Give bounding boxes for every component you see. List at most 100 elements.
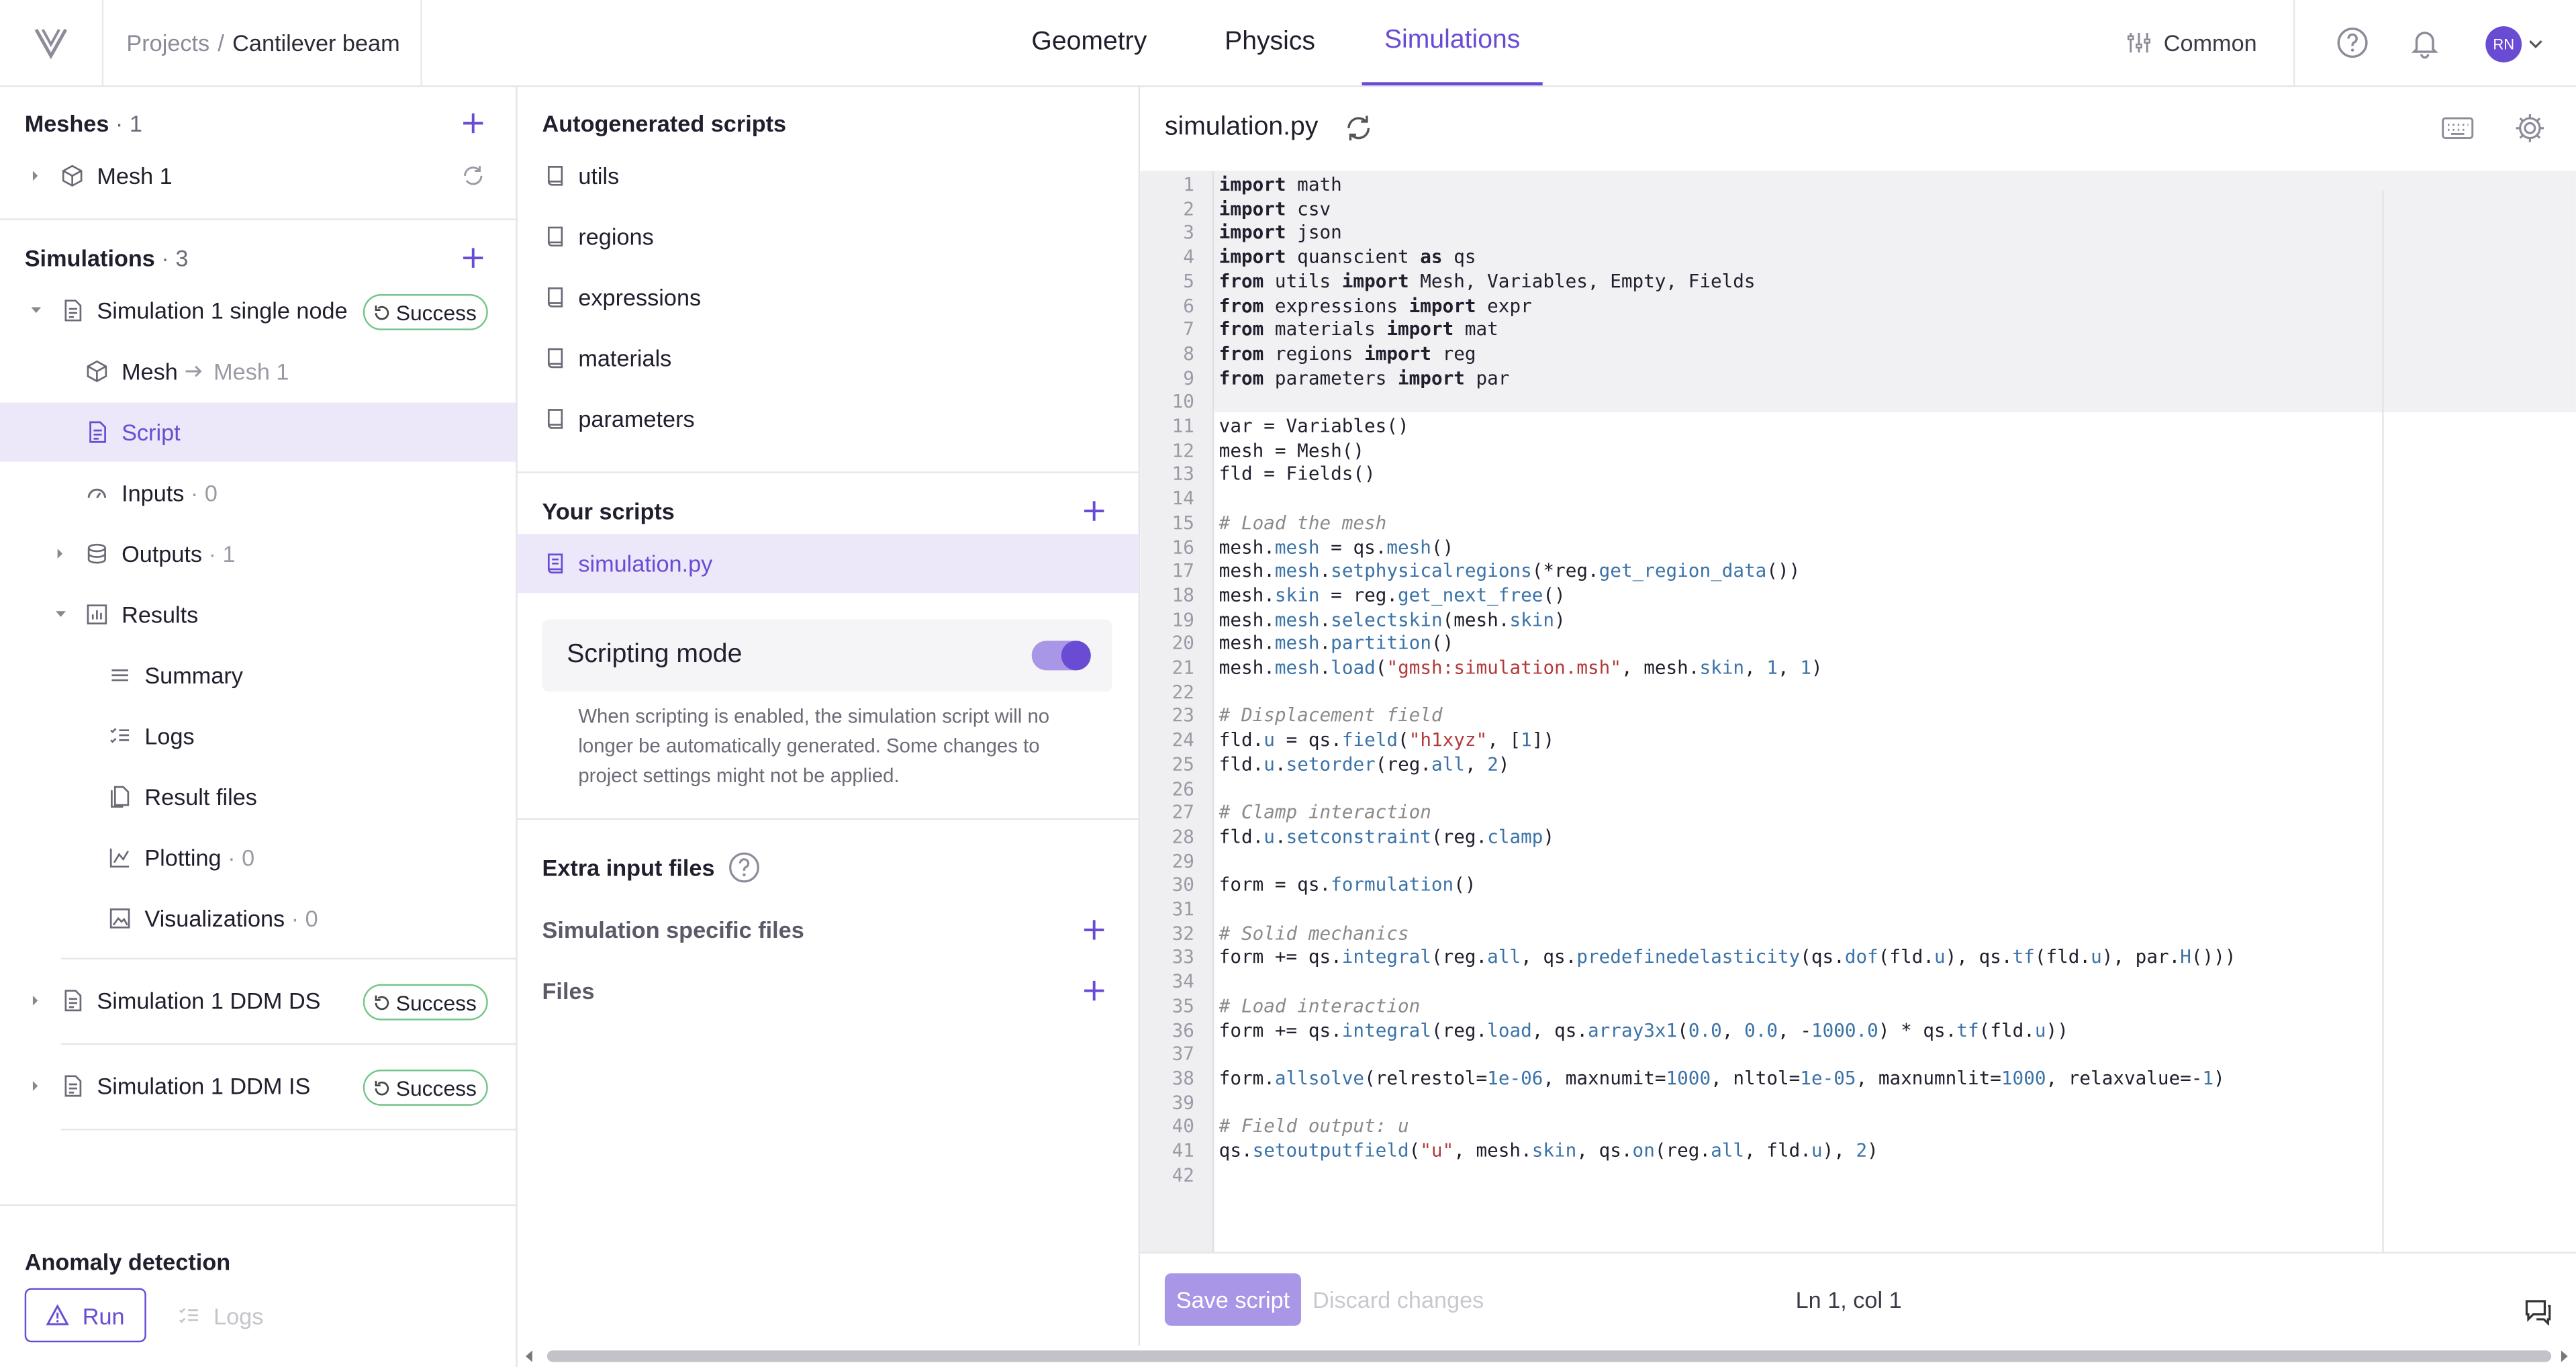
code-line[interactable]: 20 mesh.mesh.partition() [1140,633,2576,657]
code-line[interactable]: 21 mesh.mesh.load("gmsh:simulation.msh", … [1140,657,2576,681]
code-line[interactable]: 4 import quanscient as qs [1140,246,2576,271]
caret-down-icon[interactable] [30,304,43,318]
horizontal-scrollbar[interactable] [517,1346,2576,1367]
code-line[interactable]: 5 from utils import Mesh, Variables, Empt… [1140,271,2576,295]
script-item-parameters[interactable]: parameters [518,389,1139,449]
script-item-utils[interactable]: utils [518,146,1139,205]
common-settings-button[interactable]: Common [2127,0,2257,85]
code-line[interactable]: 7 from materials import mat [1140,319,2576,343]
discard-changes-button[interactable]: Discard changes [1313,1273,1484,1325]
tree-item-simulation-3[interactable]: Simulation 1 DDM IS Success [0,1056,516,1115]
tree-item-sim1-script[interactable]: Script [0,402,516,462]
add-script-button[interactable] [1081,498,1107,524]
tree-item-results-summary[interactable]: Summary [0,646,516,705]
code-line[interactable]: 25 fld.u.setorder(reg.all, 2) [1140,754,2576,778]
code-line[interactable]: 1 import math [1140,174,2576,198]
caret-down-icon[interactable] [54,608,68,621]
scroll-left-icon[interactable] [522,1349,536,1364]
code-line[interactable]: 42 [1140,1164,2576,1188]
tree-item-results-files[interactable]: Result files [0,767,516,827]
scroll-right-icon[interactable] [2558,1349,2571,1364]
tree-item-results-visualizations[interactable]: Visualizations · 0 [0,889,516,948]
code-line[interactable]: 6 from expressions import expr [1140,295,2576,319]
code-line[interactable]: 8 from regions import reg [1140,343,2576,367]
code-line[interactable]: 17 mesh.mesh.setphysicalregions(*reg.get_… [1140,561,2576,585]
code-line[interactable]: 23 # Displacement field [1140,706,2576,730]
save-script-button[interactable]: Save script [1164,1273,1302,1326]
scrollbar-thumb[interactable] [546,1350,2552,1362]
code-line[interactable]: 27 # Clamp interaction [1140,802,2576,827]
help-button[interactable] [2333,23,2373,62]
code-line[interactable]: 32 # Solid mechanics [1140,923,2576,947]
breadcrumb: Projects / Cantilever beam [102,0,422,86]
tree-item-results-plotting[interactable]: Plotting · 0 [0,828,516,887]
tab-physics[interactable]: Physics [1202,0,1337,85]
code-line[interactable]: 24 fld.u = qs.field("h1xyz", [1]) [1140,730,2576,754]
keyboard-icon[interactable] [2441,115,2474,141]
sync-icon[interactable] [1344,113,1374,143]
code-line[interactable]: 26 [1140,778,2576,802]
code-line[interactable]: 10 [1140,391,2576,416]
add-specific-file-button[interactable] [1081,916,1107,943]
script-item-materials[interactable]: materials [518,328,1139,387]
tree-item-sim1-mesh[interactable]: Mesh Mesh 1 [0,342,516,401]
tree-item-sim1-results[interactable]: Results [0,585,516,644]
breadcrumb-projects[interactable]: Projects [126,30,209,56]
code-line[interactable]: 31 [1140,899,2576,923]
code-line[interactable]: 3 import json [1140,222,2576,246]
code-line[interactable]: 41 qs.setoutputfield("u", mesh.skin, qs.o… [1140,1140,2576,1164]
scripting-mode-toggle[interactable] [1031,641,1091,671]
code-line[interactable]: 12 mesh = Mesh() [1140,440,2576,464]
add-mesh-button[interactable] [460,110,486,136]
tree-item-results-logs[interactable]: Logs [0,706,516,765]
app-logo[interactable] [0,0,104,86]
script-item-regions[interactable]: regions [518,207,1139,266]
remesh-icon[interactable] [462,164,485,187]
help-icon[interactable] [728,851,761,884]
tree-item-sim1-inputs[interactable]: Inputs · 0 [0,463,516,522]
code-line[interactable]: 14 [1140,488,2576,512]
script-item-simulation-py[interactable]: simulation.py [517,534,1139,594]
code-line[interactable]: 40 # Field output: u [1140,1116,2576,1140]
anomaly-logs-button[interactable]: Logs [177,1288,263,1342]
code-line[interactable]: 16 mesh.mesh = qs.mesh() [1140,536,2576,561]
code-line[interactable]: 19 mesh.mesh.selectskin(mesh.skin) [1140,609,2576,633]
add-simulation-button[interactable] [460,245,486,271]
code-line[interactable]: 22 [1140,681,2576,706]
tab-simulations[interactable]: Simulations [1362,0,1543,86]
caret-right-icon[interactable] [54,547,68,561]
chevron-down-icon[interactable] [2528,38,2543,51]
code-line[interactable]: 9 from parameters import par [1140,367,2576,391]
code-line[interactable]: 36 form += qs.integral(reg.load, qs.array… [1140,1019,2576,1043]
code-line[interactable]: 15 # Load the mesh [1140,512,2576,536]
code-line[interactable]: 18 mesh.skin = reg.get_next_free() [1140,585,2576,609]
code-line[interactable]: 29 [1140,851,2576,875]
tree-item-simulation-1[interactable]: Simulation 1 single node Success [0,281,516,340]
run-anomaly-button[interactable]: Run [24,1288,146,1343]
code-line[interactable]: 2 import csv [1140,198,2576,222]
code-line[interactable]: 37 [1140,1043,2576,1068]
tree-item-simulation-2[interactable]: Simulation 1 DDM DS Success [0,971,516,1030]
caret-right-icon[interactable] [30,994,43,1007]
tab-geometry[interactable]: Geometry [1008,0,1170,85]
code-line[interactable]: 30 form = qs.formulation() [1140,875,2576,899]
code-line[interactable]: 38 form.allsolve(relrestol=1e-06, maxnumi… [1140,1068,2576,1092]
add-file-button[interactable] [1081,978,1107,1004]
caret-right-icon[interactable] [30,169,43,183]
user-avatar[interactable]: RN [2485,26,2522,62]
code-area[interactable]: 1 import math 2 import csv 3 import json 4 impo… [1140,171,2576,1252]
code-line[interactable]: 39 [1140,1092,2576,1116]
code-line[interactable]: 34 [1140,971,2576,995]
tree-item-mesh-1[interactable]: Mesh 1 [0,146,516,205]
code-line[interactable]: 13 fld = Fields() [1140,464,2576,488]
chat-icon[interactable] [2524,1297,2553,1326]
gear-icon[interactable] [2514,111,2546,144]
code-line[interactable]: 11 var = Variables() [1140,416,2576,440]
script-item-expressions[interactable]: expressions [518,268,1139,327]
code-line[interactable]: 33 form += qs.integral(reg.all, qs.predef… [1140,947,2576,971]
code-line[interactable]: 35 # Load interaction [1140,995,2576,1019]
caret-right-icon[interactable] [30,1080,43,1093]
tree-item-sim1-outputs[interactable]: Outputs · 1 [0,524,516,583]
notifications-button[interactable] [2405,23,2444,62]
code-line[interactable]: 28 fld.u.setconstraint(reg.clamp) [1140,827,2576,851]
